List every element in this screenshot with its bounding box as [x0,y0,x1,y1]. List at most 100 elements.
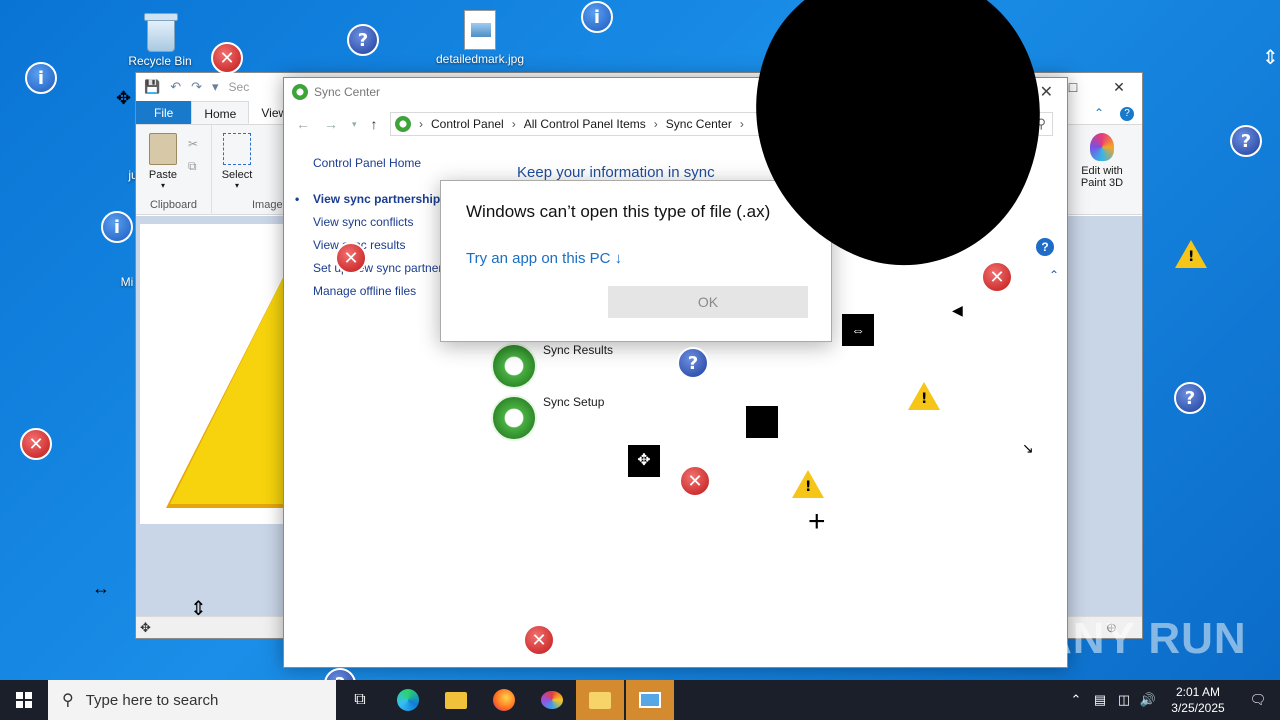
paint-icon [541,691,563,709]
qat-dropdown-icon[interactable]: ▾ [212,79,219,95]
select-button[interactable]: Select ▾ [214,133,260,190]
recent-dropdown-icon[interactable]: ▾ [352,119,357,132]
search-icon: ⚲ [62,692,74,709]
taskbar-search[interactable]: ⚲ Type here to search [48,680,336,720]
volume-icon[interactable]: 🔊 [1136,692,1160,708]
desktop-icon-label: Mi [120,275,134,289]
help-icon: ? [1230,125,1262,157]
up-arrow-icon[interactable]: ↑ [371,116,378,132]
error-icon: ✕ [523,624,555,656]
view-sync-conflicts-link[interactable]: View sync conflicts [313,215,453,238]
clock-time: 2:01 AM [1175,685,1221,699]
manage-offline-files-link[interactable]: Manage offline files [313,284,453,307]
copy-icon[interactable]: ⧉ [188,159,197,174]
breadcrumb-separator-icon: › [511,117,516,131]
undo-icon[interactable]: ↶ [170,79,181,95]
sync-results-item[interactable]: Sync Results [491,343,613,389]
info-icon: i [101,211,133,243]
resize-vertical-cursor-icon: ⇕ [190,598,207,620]
image-group-label: Image [252,199,283,211]
desktop-icon-jpg[interactable]: detailedmark.jpg [420,10,540,66]
help-icon[interactable]: ? [1036,238,1054,256]
warning-icon: ! [1175,240,1207,268]
paste-icon [149,133,177,165]
windows-logo-icon [16,692,32,708]
save-icon[interactable]: 💾 [144,79,160,95]
sync-results-icon [491,343,537,389]
sync-setup-item[interactable]: Sync Setup [491,395,604,441]
breadcrumb-sync-center[interactable]: Sync Center [666,117,732,131]
close-icon[interactable]: ✕ [1096,73,1142,101]
arrow-cursor-icon: ◀ [952,302,963,318]
file-explorer-button[interactable] [432,680,480,720]
clock[interactable]: 2:01 AM 3/25/2025 [1160,684,1236,716]
cut-icon[interactable]: ✂ [188,137,198,151]
view-sync-partnerships-link[interactable]: View sync partnerships [295,192,453,215]
network-icon[interactable]: ▤ [1088,692,1112,708]
control-panel-home-link[interactable]: Control Panel Home [313,156,453,179]
breadcrumb-separator-icon: › [739,117,744,131]
help-icon[interactable]: ? [1112,101,1142,124]
info-icon: i [581,1,613,33]
folder-icon [589,691,611,709]
clipboard-group-label: Clipboard [149,199,198,211]
start-button[interactable] [0,680,48,720]
notifications-icon[interactable]: 🗨 [1236,692,1280,708]
redo-icon[interactable]: ↷ [191,79,202,95]
forward-arrow-icon[interactable]: → [324,116,338,132]
ethernet-icon[interactable]: ◫ [1112,692,1136,708]
paint3d-button[interactable]: Edit with Paint 3D [1070,133,1134,189]
folder-icon [445,691,467,709]
sync-center-small-icon [395,116,411,132]
back-arrow-icon[interactable]: ← [296,116,310,132]
help-icon: ? [347,24,379,56]
firefox-button[interactable] [480,680,528,720]
chevron-up-icon[interactable]: ⌃ [1049,268,1059,282]
sync-results-label: Sync Results [543,343,614,357]
edge-button[interactable] [384,680,432,720]
select-label: Select [221,169,253,181]
desktop-icon-label: detailedmark.jpg [435,52,525,66]
sync-center-icon [292,84,308,100]
resize-cursor-icon: ⇔ [842,314,874,346]
explorer-active-button[interactable] [576,680,624,720]
tab-file[interactable]: File [136,101,192,124]
paint-taskbar-button[interactable] [528,680,576,720]
breadcrumb-all-items[interactable]: All Control Panel Items [524,117,646,131]
triangle-shape [170,264,290,504]
breadcrumb-control-panel[interactable]: Control Panel [431,117,504,131]
sync-setup-label: Sync Setup [543,395,605,409]
image-group: Select ▾ Image [212,125,284,215]
edge-icon [397,689,419,711]
view-sync-results-link[interactable]: View sync results [313,238,453,261]
try-app-link[interactable]: Try an app on this PC ↓ [466,250,622,267]
control-panel-active-button[interactable] [626,680,674,720]
task-view-button[interactable]: ⧉ [336,680,384,720]
canvas[interactable] [140,224,300,524]
move-cursor-icon: ✥ [140,620,151,635]
search-placeholder: Type here to search [85,691,219,709]
breadcrumb-separator-icon: › [419,117,423,131]
clipboard-group: Paste ▾ ✂ ⧉ Clipboard [136,125,212,215]
resize-vertical-cursor-icon: ⇕ [1262,47,1279,69]
ribbon-collapse-icon[interactable]: ⌃ [1086,101,1112,124]
desktop: Recycle Bin detailedmark.jpg Go ju Mi 💾 … [0,0,1280,700]
ok-button[interactable]: OK [608,286,808,318]
resize-horizontal-cursor-icon: ↔ [92,578,110,598]
paint3d-label: Edit with Paint 3D [1080,165,1124,189]
taskbar: ⚲ Type here to search ⧉ ⌃ ▤ ◫ 🔊 2:01 AM … [0,680,1280,720]
desktop-icon-recycle-bin[interactable]: Recycle Bin [120,10,200,68]
info-icon: i [25,62,57,94]
paste-button[interactable]: Paste ▾ [140,133,186,190]
breadcrumb-separator-icon: › [653,117,658,131]
glitch-block [746,406,778,438]
setup-sync-partner-link[interactable]: Set up new sync partner [313,261,453,284]
open-with-dialog[interactable]: Windows can’t open this type of file (.a… [440,180,832,342]
close-icon[interactable]: ✕ [1040,82,1053,102]
tab-home[interactable]: Home [191,101,250,124]
chevron-up-icon[interactable]: ⌃ [1064,692,1088,708]
move-cursor-icon: ✥ [628,445,660,477]
image-file-icon [464,10,496,50]
control-panel-icon [639,692,661,708]
error-icon: ✕ [335,242,367,274]
